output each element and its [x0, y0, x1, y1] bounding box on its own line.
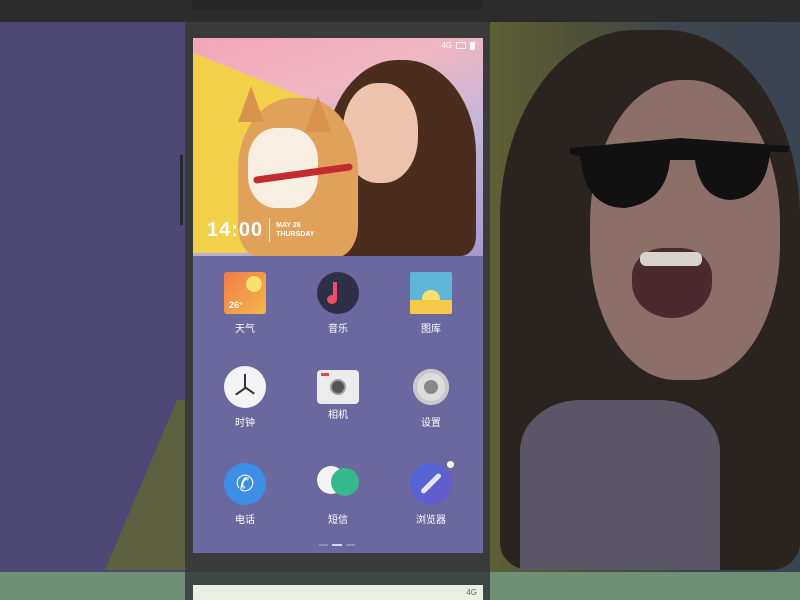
network-label: 4G: [441, 41, 452, 50]
sun-shape: [246, 276, 262, 292]
app-camera[interactable]: 相机: [298, 366, 378, 421]
phone-side-button: [180, 155, 183, 225]
next-phone-screen-peek: 4G: [193, 585, 483, 600]
gallery-hill: [410, 300, 452, 314]
app-label: 浏览器: [416, 515, 446, 526]
weather-temp: 26°: [229, 300, 243, 310]
clock-hand: [235, 387, 247, 396]
handset-glyph: ✆: [235, 471, 255, 496]
page-indicator[interactable]: [319, 544, 355, 546]
weather-icon: 26°: [224, 272, 266, 314]
next-status-bar: 4G: [466, 588, 477, 597]
woman-face-illustration: [590, 80, 780, 380]
teeth-illustration: [640, 252, 702, 266]
app-label: 电话: [235, 515, 255, 526]
app-label: 短信: [328, 515, 348, 526]
clock-icon: [224, 366, 266, 408]
network-label: 4G: [466, 588, 477, 597]
app-browser[interactable]: 浏览器: [391, 461, 471, 526]
settings-icon: [410, 366, 452, 408]
app-phone[interactable]: ✆ 电话: [205, 463, 285, 526]
sunglasses-illustration: [570, 138, 790, 208]
app-label: 图库: [421, 324, 441, 335]
previous-phone-edge: [192, 0, 482, 10]
clock-time: 14:00: [207, 218, 264, 241]
clock-date: MAY 26 THURSDAY: [276, 221, 314, 239]
status-bar: 4G: [441, 41, 475, 50]
page-dot[interactable]: [345, 544, 355, 546]
camera-lens: [330, 379, 346, 395]
app-music[interactable]: 音乐: [298, 272, 378, 335]
app-label: 设置: [421, 418, 441, 429]
phone-icon: ✆: [224, 463, 266, 505]
app-clock[interactable]: 时钟: [205, 366, 285, 429]
dog-face: [248, 128, 318, 208]
page-dot[interactable]: [319, 544, 329, 546]
browser-orbit: [420, 472, 442, 495]
gallery-icon: [410, 272, 452, 314]
phone-screen: 4G 14:00 MAY 26 THURSDAY 26° 天气 音乐 图库 时钟…: [193, 38, 483, 553]
browser-satellite: [447, 461, 454, 468]
lockscreen-wallpaper: 4G 14:00 MAY 26 THURSDAY: [193, 38, 483, 256]
clock-divider: [269, 218, 271, 242]
app-label: 相机: [328, 410, 348, 421]
browser-icon: [410, 461, 454, 505]
app-grid: 26° 天气 音乐 图库 时钟 相机 设置 ✆ 电话 短信 浏览器: [193, 256, 483, 553]
lockscreen-clock: 14:00 MAY 26 THURSDAY: [207, 218, 314, 242]
date-weekday: THURSDAY: [276, 231, 315, 238]
app-label: 天气: [235, 324, 255, 335]
gear-hole: [424, 380, 438, 394]
page-dot-active[interactable]: [332, 544, 342, 546]
camera-icon: [317, 370, 359, 404]
app-label: 时钟: [235, 418, 255, 429]
note-head: [327, 295, 337, 304]
gallery-sun: [422, 290, 440, 300]
app-sms[interactable]: 短信: [298, 463, 378, 526]
music-icon: [317, 272, 359, 314]
camera-flash: [321, 373, 329, 376]
battery-icon: [470, 41, 475, 50]
app-weather[interactable]: 26° 天气: [205, 272, 285, 335]
sms-icon: [317, 463, 359, 505]
app-label: 音乐: [328, 324, 348, 335]
signal-icon: [456, 42, 466, 49]
app-gallery[interactable]: 图库: [391, 272, 471, 335]
bubble-green: [331, 468, 359, 496]
shirt-illustration: [520, 400, 720, 570]
app-settings[interactable]: 设置: [391, 366, 471, 429]
date-month-day: MAY 26: [276, 222, 301, 229]
